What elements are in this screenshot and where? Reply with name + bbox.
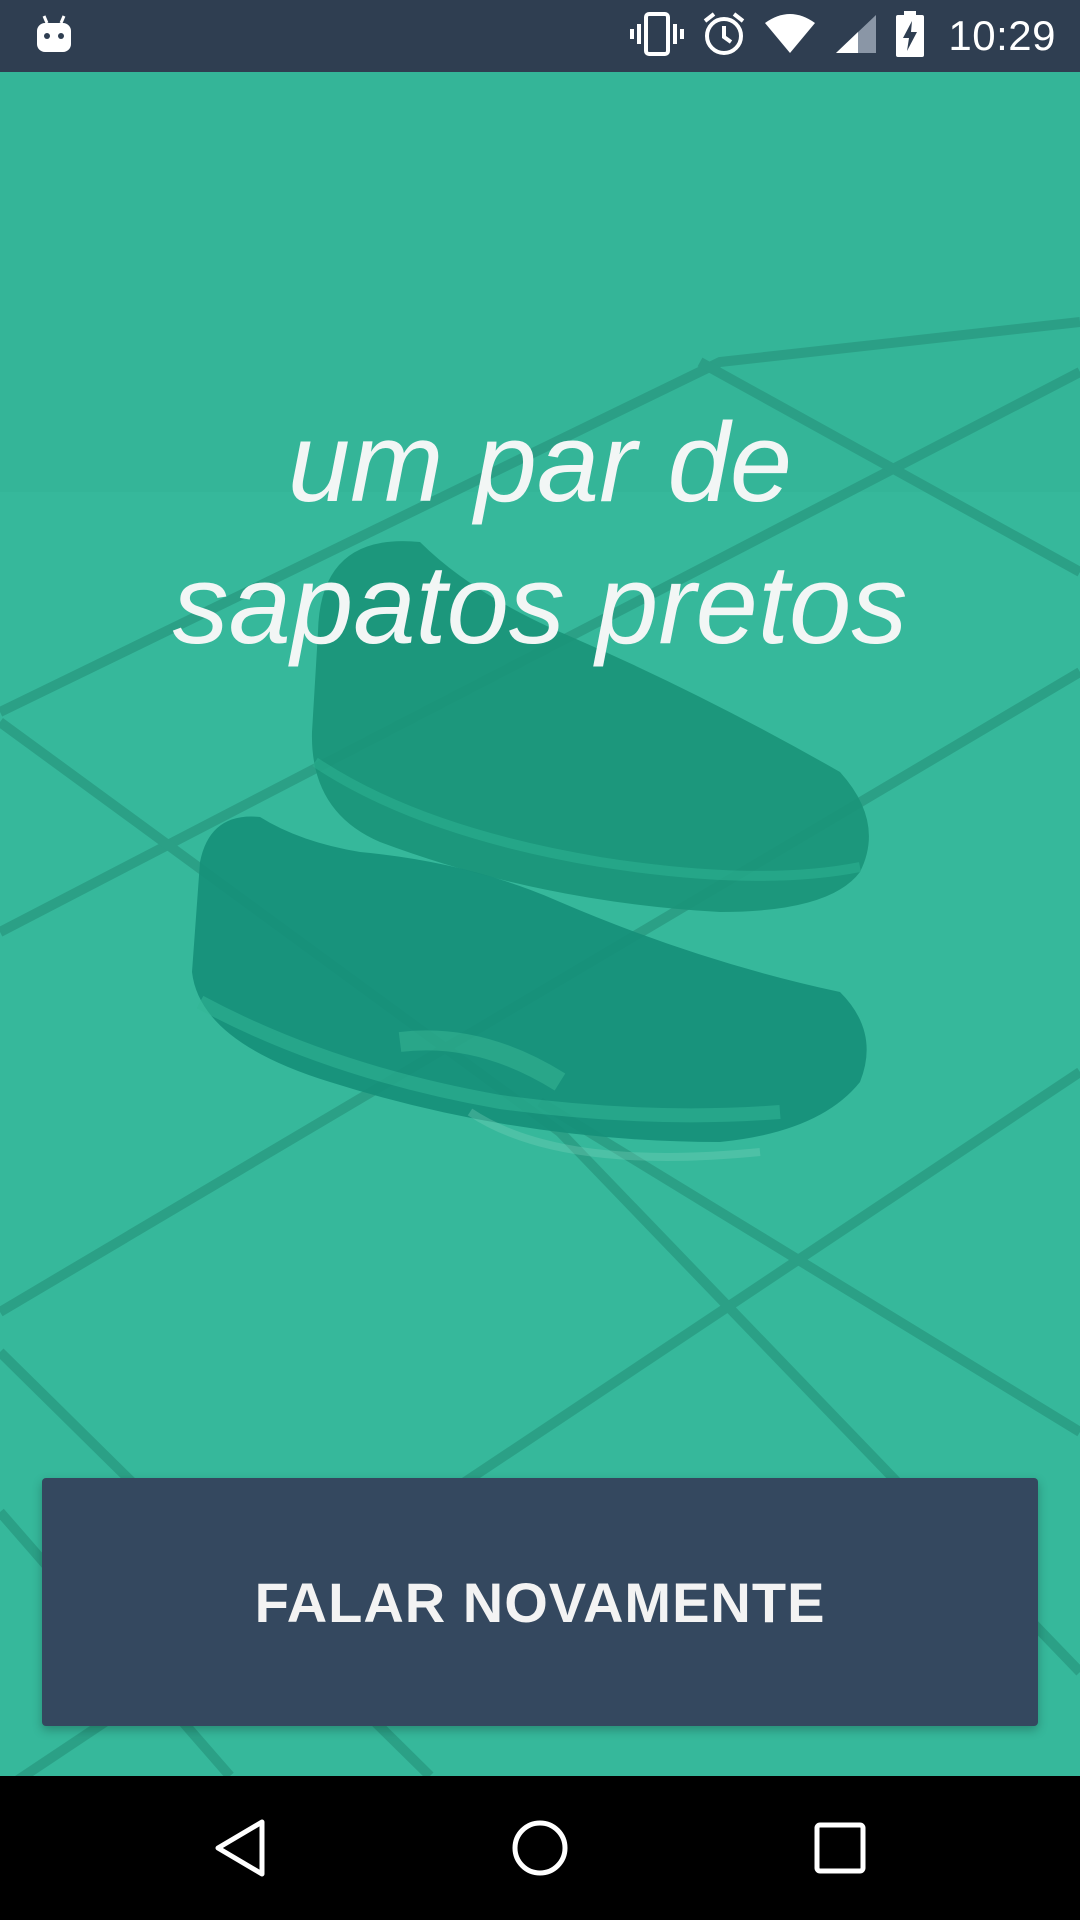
phrase-line-1: um par de xyxy=(287,400,793,525)
home-button[interactable] xyxy=(504,1812,576,1884)
recents-button[interactable] xyxy=(804,1812,876,1884)
recents-icon xyxy=(814,1822,866,1874)
home-icon xyxy=(512,1820,568,1876)
wifi-icon xyxy=(764,13,816,60)
back-button[interactable] xyxy=(204,1812,276,1884)
alarm-icon xyxy=(702,11,746,62)
app-screen: 10:29 um par de sapatos pretos FALAR NOV… xyxy=(0,0,1080,1920)
battery-charging-icon xyxy=(896,10,925,62)
speak-again-button[interactable]: FALAR NOVAMENTE xyxy=(42,1478,1038,1726)
back-icon xyxy=(215,1819,265,1877)
status-bar: 10:29 xyxy=(0,0,1080,72)
cell-signal-icon xyxy=(834,13,878,60)
recognized-phrase: um par de sapatos pretos xyxy=(60,392,1020,676)
phrase-line-2: sapatos pretos xyxy=(172,542,908,667)
navigation-bar xyxy=(0,1776,1080,1920)
main-content: um par de sapatos pretos FALAR NOVAMENTE xyxy=(0,72,1080,1776)
status-time: 10:29 xyxy=(948,12,1056,59)
vibrate-icon xyxy=(630,11,685,61)
status-icons: 10:29 xyxy=(630,0,1056,72)
android-debug-icon xyxy=(36,14,72,54)
